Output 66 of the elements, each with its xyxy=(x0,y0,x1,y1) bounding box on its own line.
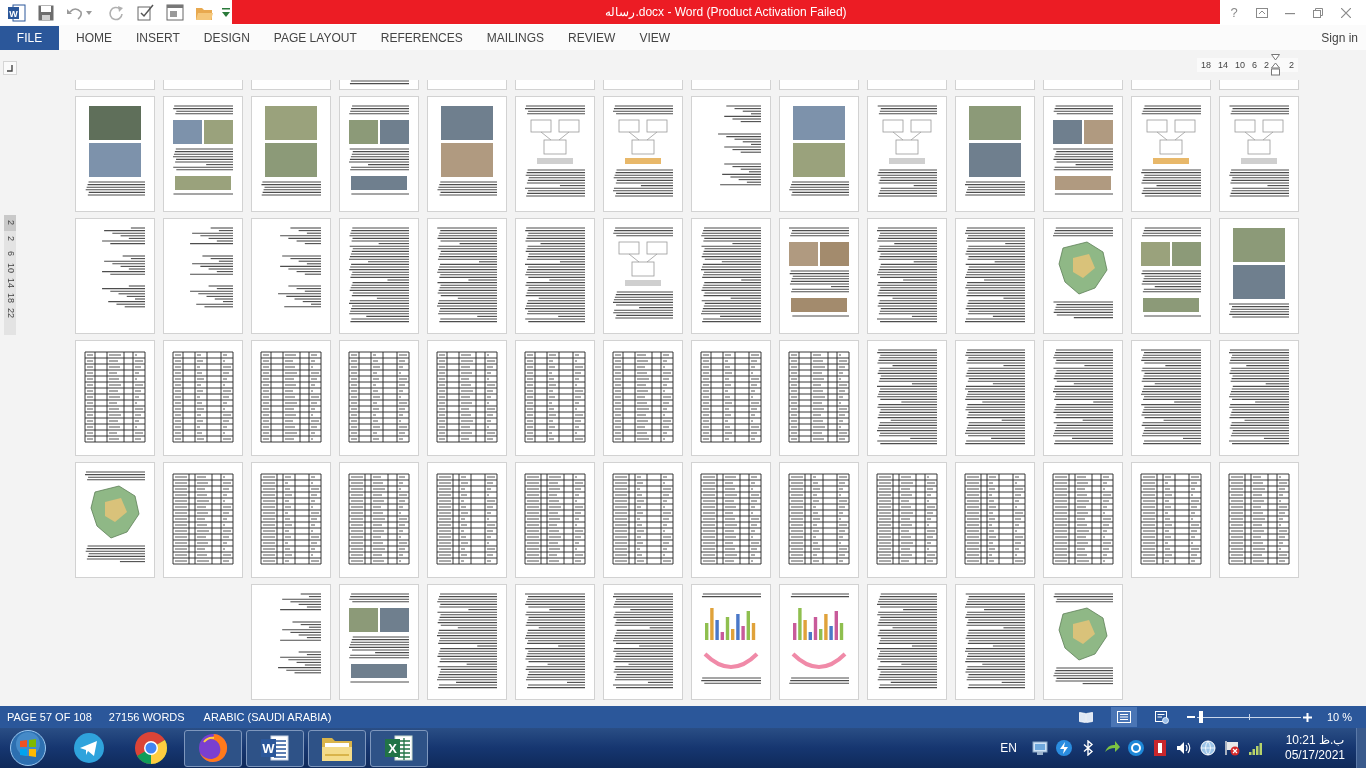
file-tab[interactable]: FILE xyxy=(0,25,59,50)
zoom-slider-thumb[interactable] xyxy=(1198,711,1203,723)
text-page-drawing xyxy=(348,80,410,85)
ruler-number: 22 xyxy=(5,308,15,319)
tile-icon[interactable] xyxy=(1152,740,1168,756)
paper-plane-icon[interactable] xyxy=(74,733,104,763)
customize-caret-icon[interactable] xyxy=(222,8,230,17)
save-icon[interactable] xyxy=(37,3,55,22)
caret-icon[interactable] xyxy=(86,10,92,15)
start-orb-icon[interactable] xyxy=(10,730,46,766)
taskbar-button[interactable] xyxy=(308,729,366,767)
zoom-slider[interactable] xyxy=(1196,711,1301,723)
signal-icon[interactable] xyxy=(1248,740,1264,756)
ruler-number: 10 xyxy=(5,263,15,274)
language-indicator[interactable]: ARABIC (SAUDI ARABIA) xyxy=(203,708,332,726)
zoom-percentage[interactable]: 10 % xyxy=(1326,708,1352,726)
ruler-number: 2 xyxy=(5,220,15,226)
ribbon-tab[interactable]: MAILINGS xyxy=(474,25,557,50)
ruler-number: 6 xyxy=(1251,60,1257,70)
swirl-globe-icon[interactable] xyxy=(198,733,228,763)
window-icon[interactable] xyxy=(166,4,184,21)
ribbon-tab[interactable]: DESIGN xyxy=(191,25,262,50)
zoom-out-icon[interactable] xyxy=(1186,713,1195,721)
taskbar-button[interactable]: W xyxy=(246,729,304,767)
help-button[interactable]: ? xyxy=(1220,0,1248,25)
globe-icon[interactable] xyxy=(1200,740,1216,756)
restore-icon[interactable] xyxy=(1313,7,1323,18)
view-button[interactable] xyxy=(1110,707,1137,727)
ribbon-tab[interactable]: VIEW xyxy=(627,25,683,50)
ruler-number: 2 xyxy=(1263,60,1269,70)
ribbon-tab[interactable]: HOME xyxy=(64,25,124,50)
ruler-number: 18 xyxy=(1200,60,1211,70)
ruler-number: 2 xyxy=(5,236,15,241)
ribbon-tab[interactable]: REVIEW xyxy=(556,25,628,50)
page-count[interactable]: PAGE 57 OF 108 xyxy=(7,708,92,726)
ring-icon[interactable] xyxy=(1128,740,1144,756)
ruler-number: 14 xyxy=(1217,60,1228,70)
ruler-number: 2 xyxy=(1289,60,1294,70)
ribbon-tab[interactable]: INSERT xyxy=(124,25,192,50)
indent-marker-icon[interactable] xyxy=(1271,54,1280,76)
ribbon-tab[interactable]: PAGE LAYOUT xyxy=(261,25,369,50)
checkbox-tick-icon[interactable] xyxy=(137,4,154,21)
computer-icon[interactable] xyxy=(1032,740,1048,756)
print-layout-icon[interactable] xyxy=(1116,711,1131,723)
read-mode-icon[interactable] xyxy=(1078,711,1093,723)
sign-in-link[interactable]: Sign in xyxy=(1321,28,1358,47)
ruler-number: 18 xyxy=(5,293,15,304)
window-title: رساله.docx - Word (Product Activation Failed) xyxy=(605,4,847,21)
clock-time[interactable]: 10:21 ب.ظ xyxy=(1285,733,1345,748)
ruler-number: 6 xyxy=(5,251,15,256)
ribbon-tab[interactable]: REFERENCES xyxy=(368,25,475,50)
clock-date[interactable]: 05/17/2021 xyxy=(1284,748,1346,763)
word-count[interactable]: 27156 WORDS xyxy=(108,708,185,726)
tricolor-wheel-icon[interactable] xyxy=(135,732,167,764)
speaker-icon[interactable] xyxy=(1176,740,1192,756)
ruler-number: 14 xyxy=(5,278,15,289)
web-layout-icon[interactable] xyxy=(1154,710,1169,724)
tab-stop-icon[interactable] xyxy=(3,61,17,75)
close-icon[interactable] xyxy=(1341,7,1351,18)
ribbon-display-icon[interactable] xyxy=(1256,7,1268,18)
zoom-in-icon[interactable] xyxy=(1302,712,1312,722)
lightning-icon[interactable] xyxy=(1056,740,1072,756)
flag-icon[interactable] xyxy=(1224,740,1240,756)
ruler-number: 10 xyxy=(1234,60,1245,70)
taskbar-button[interactable]: X xyxy=(370,729,428,767)
input-language[interactable]: EN xyxy=(1000,739,1017,757)
